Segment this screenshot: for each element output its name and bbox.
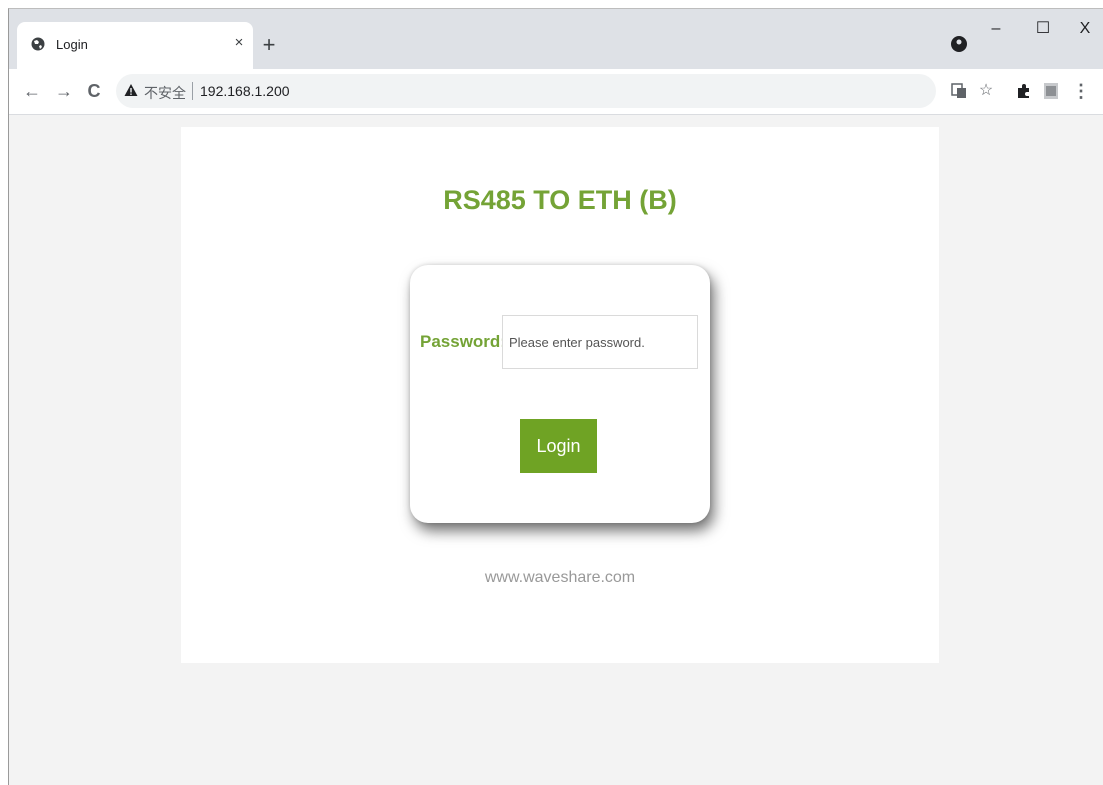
page-title: RS485 TO ETH (B) [443,185,677,215]
warning-icon [124,84,138,96]
extension-image-icon[interactable] [1041,81,1061,101]
back-button[interactable]: ← [19,78,45,104]
login-button[interactable]: Login [520,419,597,473]
maximize-button[interactable]: ☐ [1023,15,1063,43]
address-separator [192,82,193,100]
tab-close-icon[interactable]: × [228,32,250,54]
close-window-button[interactable]: X [1065,15,1103,43]
minimize-button[interactable]: – [976,15,1016,43]
browser-menu-icon[interactable]: ⋮ [1071,81,1091,101]
footer-link[interactable]: www.waveshare.com [181,569,939,587]
profile-icon[interactable] [948,33,970,55]
page-card: RS485 TO ETH (B) Password: Login www.wav… [181,127,939,663]
address-bar[interactable]: 不安全 192.168.1.200 [116,74,936,108]
forward-button[interactable]: → [51,78,77,104]
new-tab-button[interactable]: + [255,31,283,59]
security-label[interactable]: 不安全 [144,83,186,103]
translate-icon[interactable] [949,81,969,101]
password-label: Password: [420,332,506,351]
globe-icon [31,37,45,51]
bookmark-star-icon[interactable]: ☆ [976,81,996,101]
extensions-puzzle-icon[interactable] [1014,81,1034,101]
url-text[interactable]: 192.168.1.200 [200,83,290,99]
tab-title: Login [56,37,88,52]
password-input[interactable] [502,315,698,369]
page-viewport: RS485 TO ETH (B) Password: Login www.wav… [9,115,1103,785]
reload-button[interactable]: C [81,78,107,104]
browser-window: Login × + – ☐ X ← → C 不安全 192.168.1.200 [8,8,1103,785]
browser-toolbar: ← → C 不安全 192.168.1.200 ☆ ⋮ [9,69,1103,115]
login-form: Password: Login [410,265,710,523]
tab-login[interactable]: Login × [17,22,253,69]
tab-strip: Login × + – ☐ X [9,9,1103,69]
